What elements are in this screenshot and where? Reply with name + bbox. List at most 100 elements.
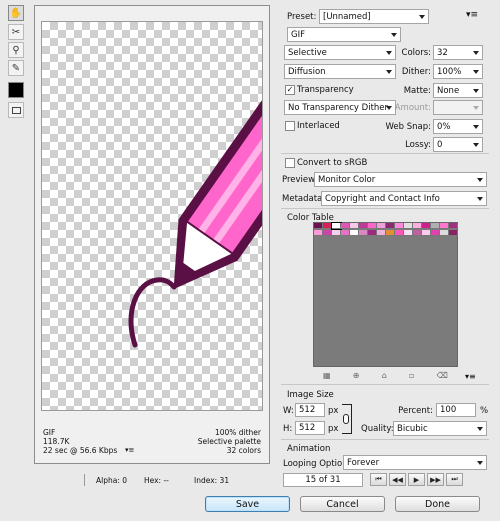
save-button[interactable]: Save xyxy=(205,496,290,512)
color-swatch[interactable] xyxy=(350,230,359,236)
color-swatch[interactable] xyxy=(431,230,440,236)
height-input[interactable]: 512 xyxy=(295,421,325,435)
convert-srgb-label: Convert to sRGB xyxy=(297,158,368,168)
color-swatch[interactable] xyxy=(440,230,449,236)
color-swatch[interactable] xyxy=(323,223,332,229)
preview-info: GIF 118.7K 22 sec @ 56.6 Kbps ▾≡ 100% di… xyxy=(41,426,263,462)
color-reduction-select[interactable]: Selective xyxy=(284,45,396,60)
color-swatch[interactable] xyxy=(314,230,323,236)
color-swatch[interactable] xyxy=(440,223,449,229)
colors-select[interactable]: 32 xyxy=(433,45,483,60)
preview-canvas[interactable] xyxy=(41,21,263,411)
color-swatch[interactable] xyxy=(386,230,395,236)
speed-menu-icon[interactable]: ▾≡ xyxy=(125,446,134,455)
color-swatch[interactable] xyxy=(314,223,323,229)
color-swatch[interactable] xyxy=(368,230,377,236)
color-swatch[interactable] xyxy=(449,230,458,236)
color-swatch[interactable] xyxy=(341,230,350,236)
color-table-grid[interactable] xyxy=(313,222,458,367)
status-bar: Alpha: 0 Hex: -- Index: 31 xyxy=(34,474,270,488)
divider xyxy=(281,384,489,385)
tool-palette: ✋ ✂ ⚲ ✎ xyxy=(6,5,26,118)
width-unit: px xyxy=(328,406,339,416)
amount-select[interactable] xyxy=(433,100,483,115)
convert-srgb-checkbox[interactable] xyxy=(285,158,295,168)
dither-algorithm-select[interactable]: Diffusion xyxy=(284,64,396,79)
color-swatch[interactable] xyxy=(323,230,332,236)
color-swatch[interactable] xyxy=(368,223,377,229)
play-icon[interactable]: ▶ xyxy=(408,473,425,486)
transparency-dither-select[interactable]: No Transparency Dither xyxy=(284,100,396,115)
color-swatch[interactable] xyxy=(395,223,404,229)
metadata-select[interactable]: Copyright and Contact Info xyxy=(321,191,487,206)
preview-download-speed: 22 sec @ 56.6 Kbps xyxy=(43,446,118,455)
first-frame-icon[interactable]: ⏮ xyxy=(370,473,387,486)
eyedropper-tool-icon[interactable]: ✎ xyxy=(8,60,24,76)
width-label: W: xyxy=(283,406,294,416)
color-swatch[interactable] xyxy=(413,223,422,229)
preview-dither: 100% dither xyxy=(214,428,261,437)
settings-menu-icon[interactable]: ▾≡ xyxy=(466,10,478,20)
quality-select[interactable]: Bicubic xyxy=(393,421,487,436)
interlaced-checkbox[interactable] xyxy=(285,121,295,131)
color-swatch[interactable] xyxy=(422,230,431,236)
color-table-menu-icon[interactable]: ▾≡ xyxy=(465,372,476,381)
color-swatch[interactable] xyxy=(449,223,458,229)
new-color-icon[interactable]: ▫ xyxy=(409,371,414,380)
percent-input[interactable]: 100 xyxy=(436,403,476,417)
divider xyxy=(281,439,489,440)
color-swatch[interactable] xyxy=(332,230,341,236)
color-swatch[interactable] xyxy=(359,230,368,236)
color-swatch[interactable] xyxy=(377,223,386,229)
amount-label: Amount: xyxy=(394,103,431,113)
looping-options-select[interactable]: Forever xyxy=(343,455,487,470)
last-frame-icon[interactable]: ⏭ xyxy=(446,473,463,486)
color-swatch[interactable] xyxy=(350,223,359,229)
matte-select[interactable]: None xyxy=(433,83,483,98)
lossy-label: Lossy: xyxy=(405,140,431,150)
websnap-select[interactable]: 0% xyxy=(433,119,483,134)
done-button[interactable]: Done xyxy=(395,496,480,512)
pencil-stroke-curve xyxy=(128,277,177,348)
color-swatch[interactable] xyxy=(377,230,386,236)
shift-web-palette-icon[interactable]: ⊕ xyxy=(353,371,360,380)
color-swatch[interactable] xyxy=(431,223,440,229)
eyedropper-color-swatch[interactable] xyxy=(8,82,24,98)
preview-format: GIF xyxy=(43,428,56,437)
animation-controls: ⏮ ◀◀ ▶ ▶▶ ⏭ xyxy=(370,473,463,486)
preview-colors: 32 colors xyxy=(226,446,261,455)
color-swatch[interactable] xyxy=(422,223,431,229)
color-swatch[interactable] xyxy=(395,230,404,236)
lock-color-icon[interactable]: ⌂ xyxy=(382,371,387,380)
cancel-button[interactable]: Cancel xyxy=(300,496,385,512)
color-swatch[interactable] xyxy=(341,223,350,229)
color-swatch[interactable] xyxy=(404,223,413,229)
color-swatch[interactable] xyxy=(404,230,413,236)
color-swatch[interactable] xyxy=(413,230,422,236)
dither-amount-select[interactable]: 100% xyxy=(433,64,483,79)
interlaced-label: Interlaced xyxy=(297,121,340,131)
color-swatch-selected[interactable] xyxy=(331,222,342,230)
divider xyxy=(281,208,489,209)
next-frame-icon[interactable]: ▶▶ xyxy=(427,473,444,486)
color-swatch[interactable] xyxy=(359,223,368,229)
hand-tool-icon[interactable]: ✋ xyxy=(8,5,24,21)
color-swatch[interactable] xyxy=(386,223,395,229)
toggle-slices-visibility-icon[interactable] xyxy=(8,102,24,118)
delete-color-icon[interactable]: ⌫ xyxy=(437,371,448,380)
zoom-tool-icon[interactable]: ⚲ xyxy=(8,42,24,58)
preset-select[interactable]: [Unnamed] xyxy=(319,9,429,24)
divider xyxy=(281,153,489,154)
lossy-select[interactable]: 0 xyxy=(433,137,483,152)
map-selected-colors-icon[interactable]: ▦ xyxy=(323,371,331,380)
slice-select-tool-icon[interactable]: ✂ xyxy=(8,24,24,40)
matte-label: Matte: xyxy=(403,86,431,96)
transparency-checkbox[interactable]: ✓ xyxy=(285,85,295,95)
previous-frame-icon[interactable]: ◀◀ xyxy=(389,473,406,486)
height-label: H: xyxy=(283,424,293,434)
width-input[interactable]: 512 xyxy=(295,403,325,417)
status-index: Index: 31 xyxy=(194,476,230,485)
preview-select[interactable]: Monitor Color xyxy=(314,172,487,187)
format-select[interactable]: GIF xyxy=(287,27,401,42)
constrain-proportions-link-icon[interactable] xyxy=(342,404,352,434)
